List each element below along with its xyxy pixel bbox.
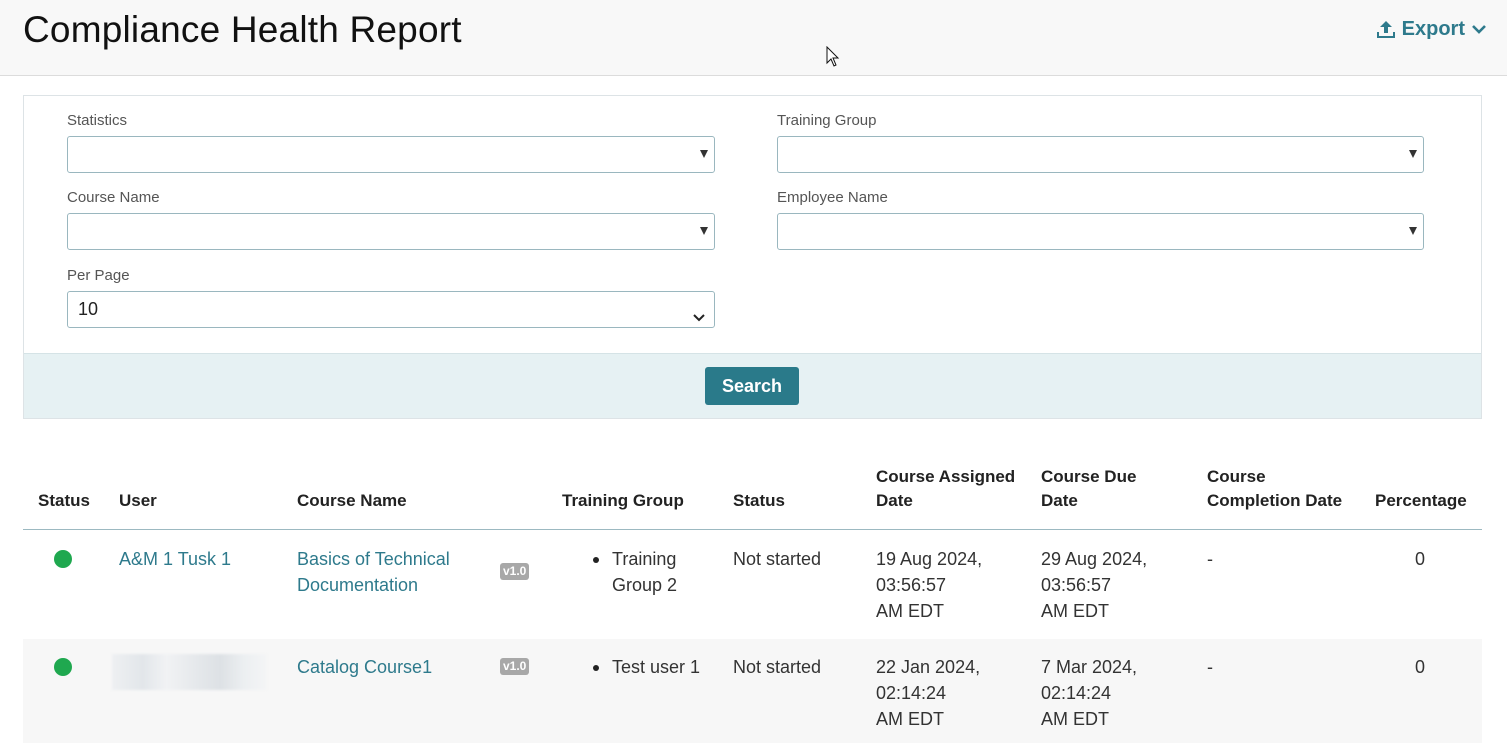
redacted-user-name [112, 654, 267, 690]
upload-icon [1376, 20, 1396, 40]
caret-down-icon [700, 150, 708, 158]
column-header-assigned-date[interactable]: Course Assigned Date [876, 465, 1015, 513]
status-indicator-dot [54, 658, 72, 676]
percentage-cell: 0 [1415, 657, 1426, 677]
bullet-icon [593, 665, 599, 671]
due-date-cell: 29 Aug 2024, 03:56:57 AM EDT [1041, 549, 1148, 621]
training-group-select[interactable] [777, 136, 1424, 173]
filter-panel: Statistics Training Group Course Name Em… [23, 95, 1482, 419]
column-header-training-group[interactable]: Training Group [562, 489, 684, 513]
completion-date-cell: - [1207, 657, 1213, 677]
search-bar: Search [24, 353, 1481, 418]
export-button[interactable]: Export [1376, 18, 1487, 41]
table-row: Catalog Course1 v1.0 Test user 1 Not sta… [23, 639, 1482, 743]
user-link[interactable]: A&M 1 Tusk 1 [119, 546, 231, 572]
course-name-select[interactable] [67, 213, 715, 250]
column-header-user[interactable]: User [119, 489, 157, 513]
course-name-label: Course Name [67, 189, 160, 206]
per-page-label: Per Page [67, 267, 130, 284]
version-badge: v1.0 [500, 658, 530, 675]
caret-down-icon [700, 227, 708, 235]
column-header-course-name[interactable]: Course Name [297, 489, 407, 513]
column-header-completion-date[interactable]: Course Completion Date [1207, 465, 1342, 513]
column-header-status[interactable]: Status [733, 489, 785, 513]
percentage-cell: 0 [1415, 549, 1426, 569]
course-name-link[interactable]: Catalog Course1 [297, 654, 432, 680]
employee-name-label: Employee Name [777, 189, 888, 206]
page-title: Compliance Health Report [23, 9, 462, 50]
bullet-icon [593, 557, 599, 563]
caret-down-icon [1409, 227, 1417, 235]
column-header-status-indicator[interactable]: Status [38, 489, 90, 513]
search-button[interactable]: Search [705, 367, 799, 405]
completion-date-cell: - [1207, 549, 1213, 569]
column-header-due-date[interactable]: Course Due Date [1041, 465, 1136, 513]
statistics-select[interactable] [67, 136, 715, 173]
table-row: A&M 1 Tusk 1 Basics of Technical Documen… [23, 531, 1482, 639]
column-header-percentage[interactable]: Percentage [1375, 489, 1467, 513]
version-badge: v1.0 [500, 563, 530, 580]
table-header: Status User Course Name Training Group S… [23, 457, 1482, 530]
per-page-value: 10 [78, 299, 99, 319]
status-indicator-dot [54, 550, 72, 568]
employee-name-select[interactable] [777, 213, 1424, 250]
caret-down-icon [1409, 150, 1417, 158]
chevron-down-icon [692, 302, 706, 337]
course-name-link[interactable]: Basics of Technical Documentation [297, 546, 450, 598]
status-cell: Not started [733, 549, 822, 569]
assigned-date-cell: 19 Aug 2024, 03:56:57 AM EDT [876, 549, 983, 621]
export-label: Export [1401, 18, 1465, 40]
statistics-label: Statistics [67, 112, 128, 129]
training-group-label: Training Group [777, 112, 877, 129]
training-group-cell: Test user 1 [612, 657, 701, 677]
status-cell: Not started [733, 657, 822, 677]
mouse-cursor-icon [826, 45, 840, 73]
chevron-down-icon [1471, 24, 1487, 36]
training-group-cell: Training Group 2 [612, 549, 678, 595]
due-date-cell: 7 Mar 2024, 02:14:24 AM EDT [1041, 657, 1138, 729]
per-page-select[interactable]: 10 [67, 291, 715, 328]
page-header: Compliance Health Report Export [0, 0, 1507, 76]
assigned-date-cell: 22 Jan 2024, 02:14:24 AM EDT [876, 657, 981, 729]
